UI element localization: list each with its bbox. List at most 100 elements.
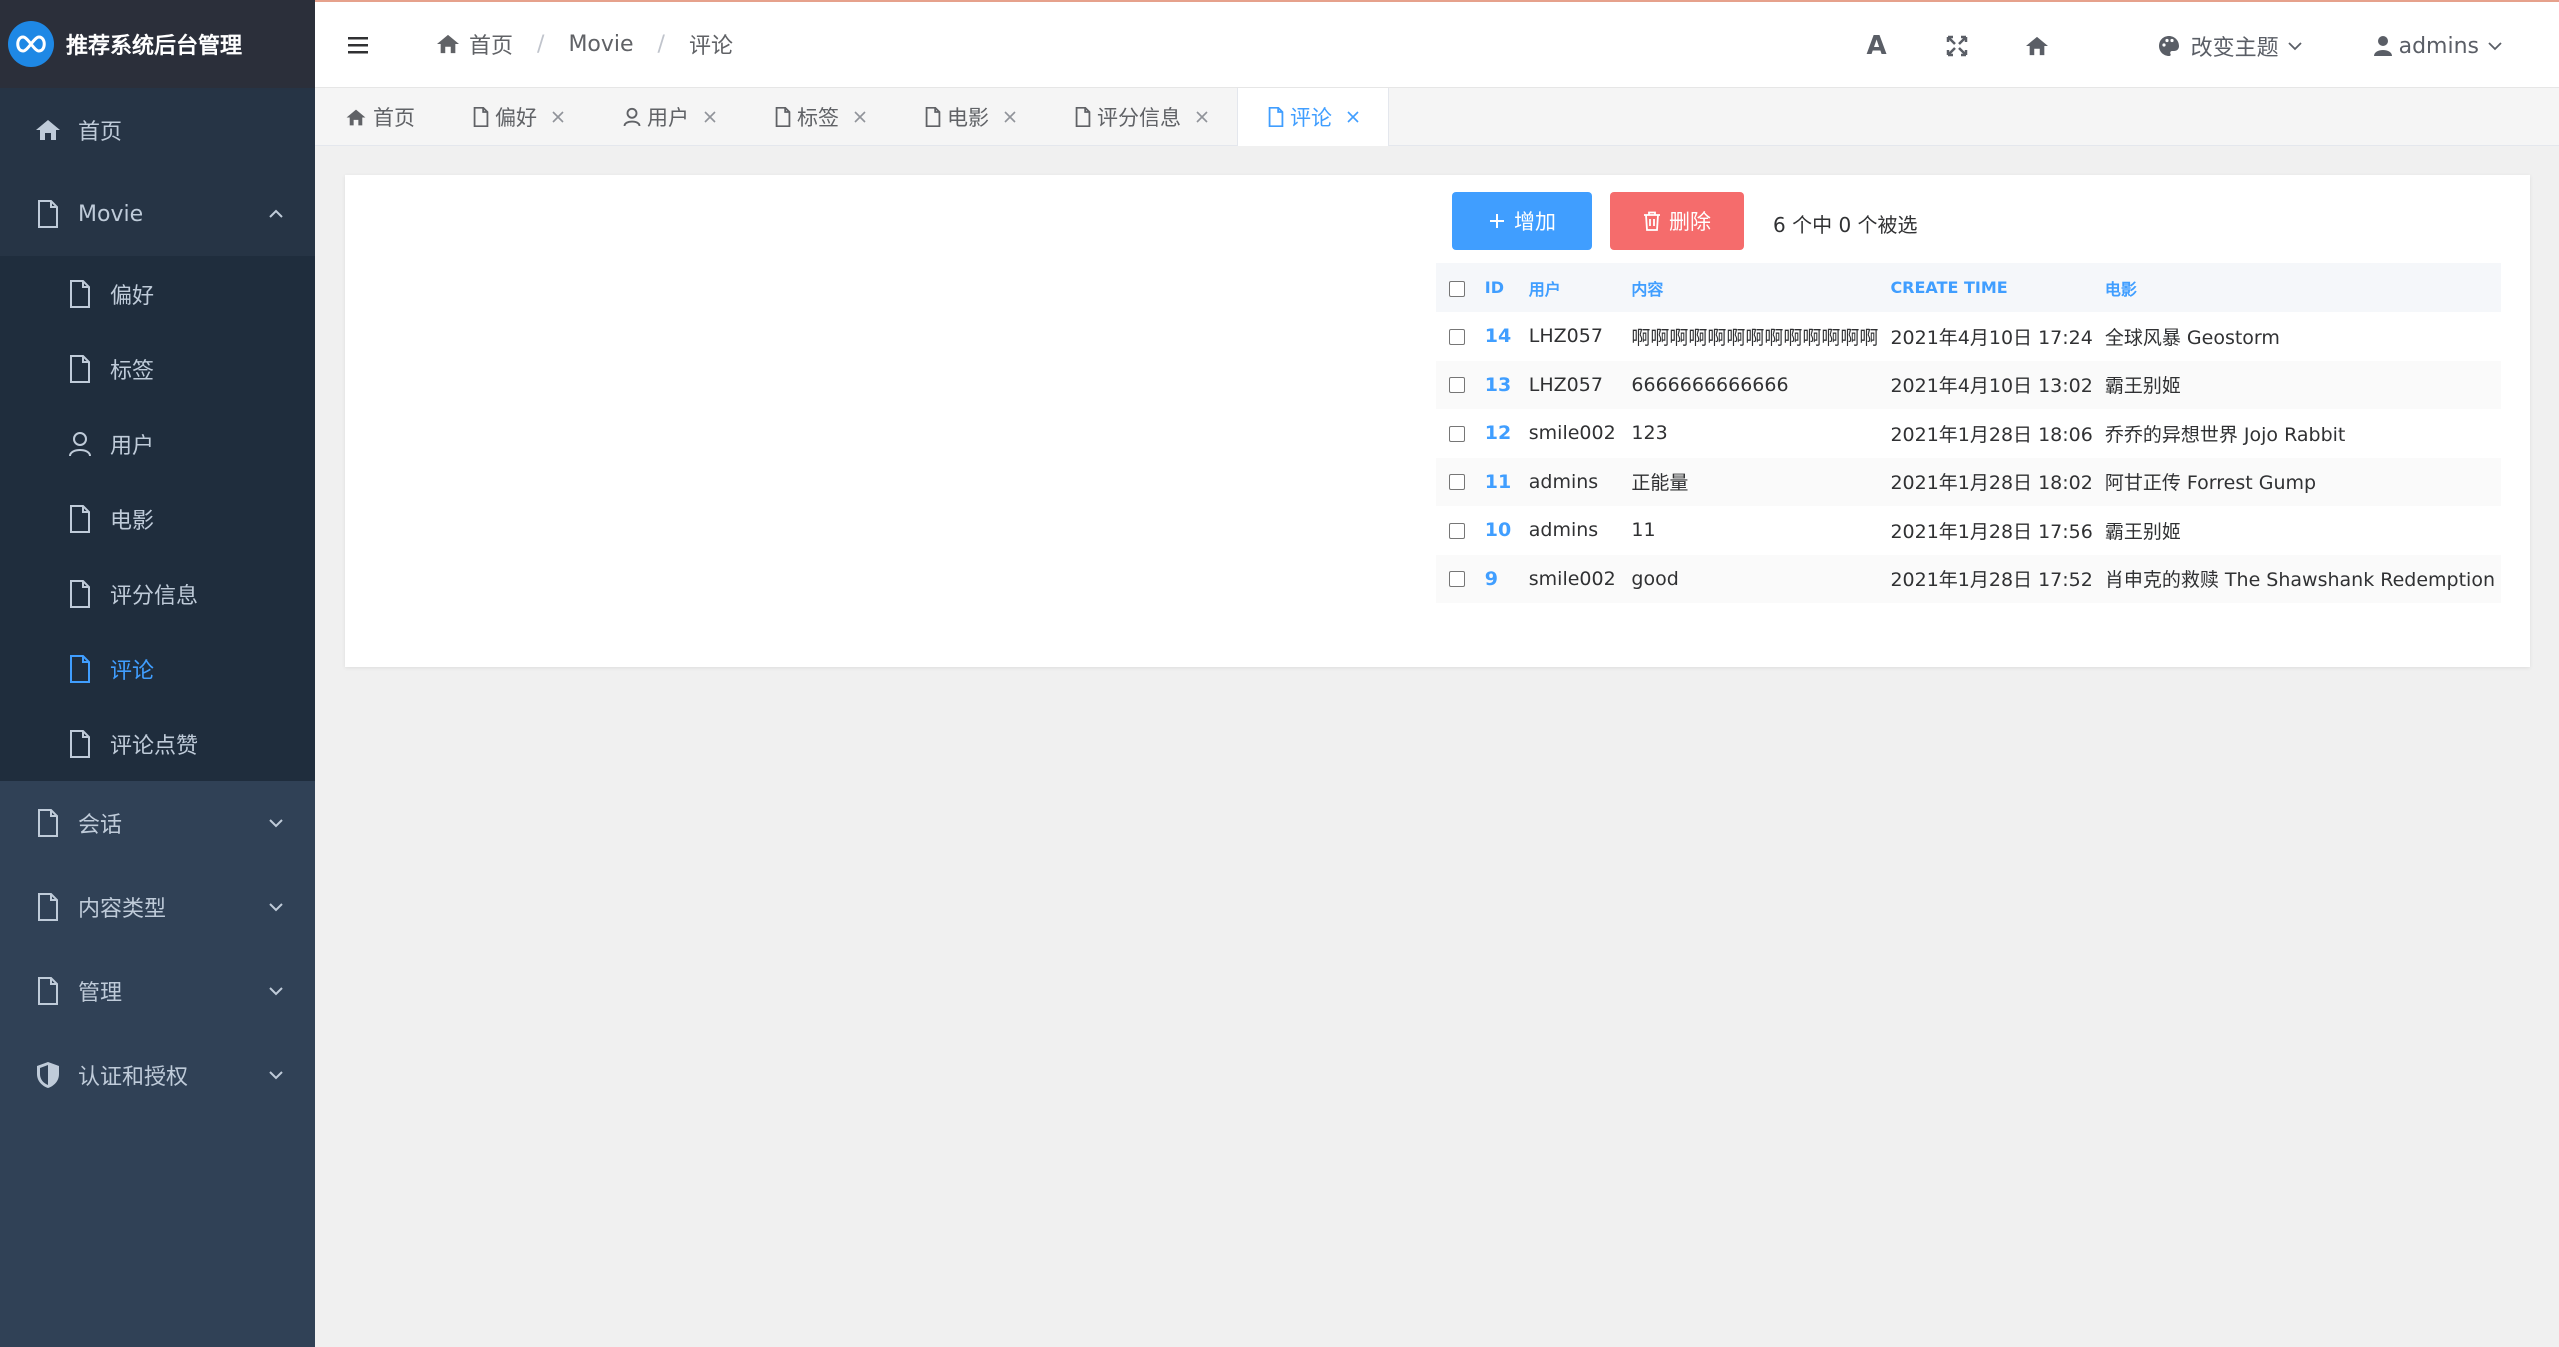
header-create-time[interactable]: CREATE TIME <box>1884 263 2098 312</box>
content-card: 增加 删除 6 个中 0 个被选 ID 用户 内容 CREATE TIME 电影… <box>345 175 2530 667</box>
close-icon[interactable] <box>1003 110 1017 124</box>
row-select-cell <box>1436 458 1479 507</box>
font-icon: A <box>1866 31 1887 61</box>
sidebar: 推荐系统后台管理 首页 Movie 偏好 标签 用户 电影 评分信息 评论 评论… <box>0 0 315 1347</box>
row-checkbox[interactable] <box>1449 328 1466 345</box>
header-movie[interactable]: 电影 <box>2099 263 2501 312</box>
close-icon[interactable] <box>853 110 867 124</box>
row-checkbox[interactable] <box>1449 571 1466 588</box>
sidebar-item-home[interactable]: 首页 <box>0 88 315 172</box>
home-button[interactable] <box>1997 2 2077 90</box>
cell-id[interactable]: 9 <box>1479 555 1523 604</box>
tab-comment[interactable]: 评论 <box>1237 88 1389 146</box>
cell-create-time: 2021年1月28日 18:06 <box>1890 423 2093 446</box>
theme-dropdown[interactable]: 改变主题 <box>2127 2 2343 90</box>
tab-label: 首页 <box>373 106 415 130</box>
sidebar-item-comment[interactable]: 评论 <box>0 631 315 706</box>
sidebar-item-label: 评论点赞 <box>110 733 199 759</box>
app-title: 推荐系统后台管理 <box>66 34 243 59</box>
file-icon <box>32 807 64 839</box>
hamburger-icon[interactable] <box>345 32 371 58</box>
cell-user: smile002 <box>1528 422 1616 445</box>
cell-content: 123 <box>1631 422 1668 445</box>
file-icon <box>64 503 96 535</box>
add-button[interactable]: 增加 <box>1452 192 1592 250</box>
fullscreen-icon <box>1946 35 1967 57</box>
sidebar-item-movie-list[interactable]: 电影 <box>0 481 315 556</box>
cell-user: smile002 <box>1528 567 1616 590</box>
breadcrumb: 首页 / Movie / 评论 <box>435 28 733 60</box>
breadcrumb-home[interactable]: 首页 <box>435 28 513 60</box>
file-icon <box>32 891 64 923</box>
sidebar-item-tag[interactable]: 标签 <box>0 331 315 406</box>
row-checkbox[interactable] <box>1449 474 1466 491</box>
cell-id[interactable]: 10 <box>1479 506 1523 555</box>
cell-id[interactable]: 11 <box>1479 458 1523 507</box>
tab-movie[interactable]: 电影 <box>895 88 1045 146</box>
sidebar-item-rating[interactable]: 评分信息 <box>0 556 315 631</box>
header-id[interactable]: ID <box>1479 263 1523 312</box>
tab-preference[interactable]: 偏好 <box>443 88 593 146</box>
file-icon <box>64 653 96 685</box>
close-icon[interactable] <box>551 110 565 124</box>
cell-create-time: 2021年4月10日 17:24 <box>1890 326 2093 349</box>
close-icon[interactable] <box>703 110 717 124</box>
file-icon <box>64 278 96 310</box>
tab-label: 标签 <box>797 106 839 130</box>
delete-button[interactable]: 删除 <box>1610 192 1744 250</box>
tab-rating[interactable]: 评分信息 <box>1045 88 1237 146</box>
cell-content: 正能量 <box>1631 472 1689 495</box>
tab-user[interactable]: 用户 <box>593 88 745 146</box>
sidebar-item-content-type[interactable]: 内容类型 <box>0 865 315 949</box>
file-icon <box>775 107 791 127</box>
user-icon <box>64 428 96 460</box>
chevron-down-icon <box>2488 42 2502 51</box>
tab-home[interactable]: 首页 <box>315 88 443 146</box>
font-size-button[interactable]: A <box>1837 2 1917 90</box>
cell-create-time: 2021年1月28日 17:52 <box>1890 569 2093 592</box>
cell-movie: 肖申克的救赎 The Shawshank Redemption <box>2104 569 2495 592</box>
cell-movie: 阿甘正传 Forrest Gump <box>2104 472 2317 495</box>
close-icon[interactable] <box>1195 110 1209 124</box>
chevron-down-icon <box>2287 42 2302 51</box>
row-checkbox[interactable] <box>1449 425 1466 442</box>
select-all-checkbox[interactable] <box>1449 280 1466 297</box>
table-row: 14 LHZ057 啊啊啊啊啊啊啊啊啊啊啊啊啊 2021年4月10日 17:24… <box>1436 312 2501 361</box>
table-row: 12 smile002 123 2021年1月28日 18:06 乔乔的异想世界… <box>1436 409 2501 458</box>
row-checkbox[interactable] <box>1449 377 1466 394</box>
sidebar-item-label: 电影 <box>110 508 155 534</box>
chevron-up-icon <box>269 209 283 218</box>
theme-label: 改变主题 <box>2190 36 2279 61</box>
sidebar-item-session[interactable]: 会话 <box>0 781 315 865</box>
file-icon <box>473 107 489 127</box>
user-icon <box>2373 36 2392 56</box>
sidebar-item-auth[interactable]: 认证和授权 <box>0 1033 315 1117</box>
header-user[interactable]: 用户 <box>1523 263 1626 312</box>
cell-create-time: 2021年1月28日 18:02 <box>1890 472 2093 495</box>
sidebar-item-movie[interactable]: Movie <box>0 172 315 256</box>
cell-id[interactable]: 13 <box>1479 361 1523 410</box>
cell-content: 啊啊啊啊啊啊啊啊啊啊啊啊啊 <box>1631 326 1879 349</box>
cell-id[interactable]: 12 <box>1479 409 1523 458</box>
file-icon <box>64 728 96 760</box>
row-checkbox[interactable] <box>1449 522 1466 539</box>
sidebar-item-label: 评论 <box>110 658 155 684</box>
close-icon[interactable] <box>1346 110 1360 124</box>
breadcrumb-label: 首页 <box>469 34 514 59</box>
sidebar-item-label: Movie <box>78 201 144 227</box>
app-logo[interactable]: 推荐系统后台管理 <box>0 0 315 88</box>
sidebar-item-user[interactable]: 用户 <box>0 406 315 481</box>
chevron-down-icon <box>269 903 283 912</box>
fullscreen-button[interactable] <box>1917 2 1997 90</box>
sidebar-item-admin[interactable]: 管理 <box>0 949 315 1033</box>
user-dropdown[interactable]: admins <box>2343 2 2559 90</box>
sidebar-item-label: 标签 <box>110 358 155 384</box>
header-content[interactable]: 内容 <box>1625 263 1884 312</box>
cell-user: LHZ057 <box>1528 373 1603 396</box>
sidebar-item-preference[interactable]: 偏好 <box>0 256 315 331</box>
sidebar-item-comment-like[interactable]: 评论点赞 <box>0 706 315 781</box>
chevron-down-icon <box>269 987 283 996</box>
tab-tag[interactable]: 标签 <box>745 88 895 146</box>
breadcrumb-movie[interactable]: Movie <box>568 32 633 57</box>
cell-id[interactable]: 14 <box>1479 312 1523 361</box>
